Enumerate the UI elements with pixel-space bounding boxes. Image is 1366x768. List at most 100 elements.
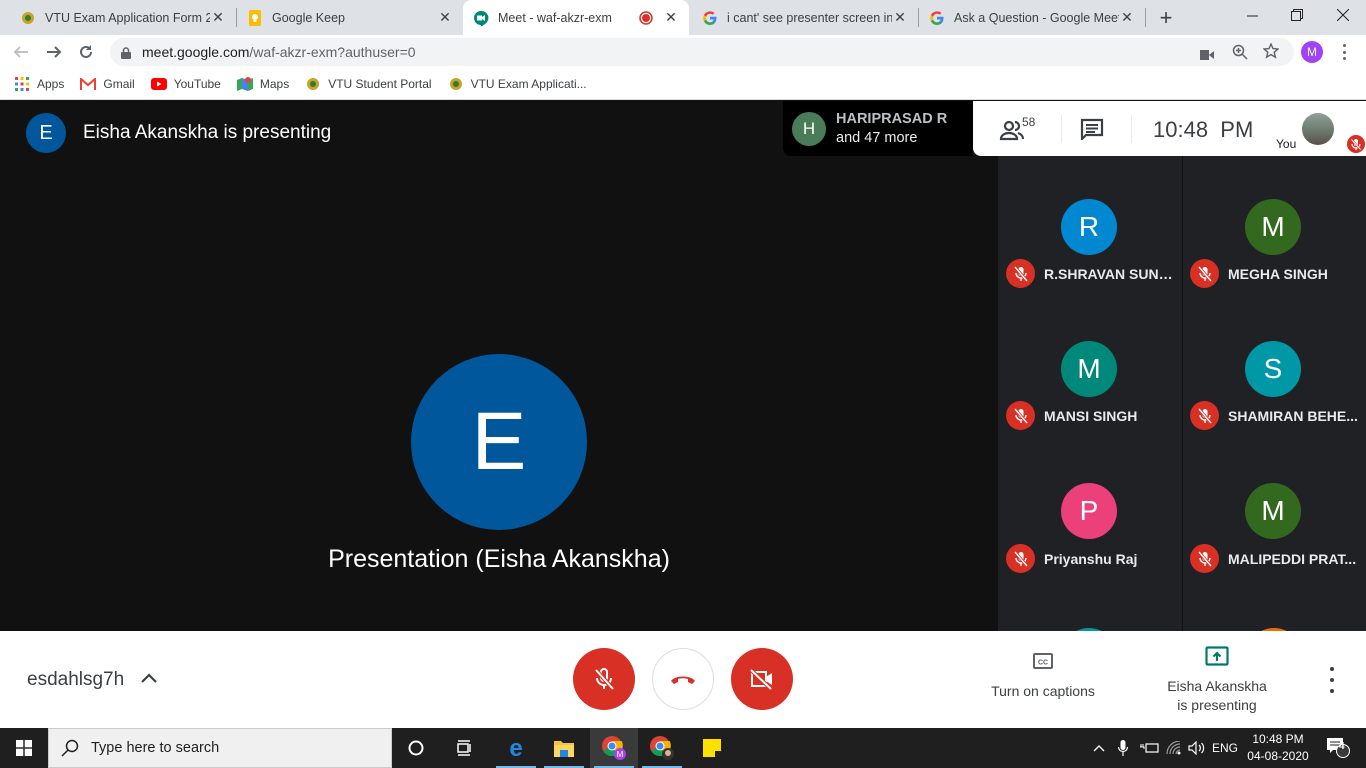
bookmark-label: Apps	[37, 77, 65, 91]
cortana-button[interactable]	[392, 728, 440, 768]
wifi-icon[interactable]	[1164, 728, 1184, 768]
bookmark-star-icon[interactable]	[1262, 42, 1280, 64]
close-tab-icon[interactable]: ✕	[663, 9, 679, 26]
vtu-emblem-icon	[448, 76, 464, 92]
taskbar-search-box[interactable]: Type here to search	[48, 728, 392, 768]
meeting-details-toggle[interactable]	[140, 671, 158, 689]
zoom-icon[interactable]	[1232, 44, 1248, 65]
sticky-notes-taskbar-button[interactable]	[688, 728, 736, 768]
back-button[interactable]	[9, 40, 33, 64]
hidden-participants-summary[interactable]: H HARIPRASAD R and 47 more	[783, 101, 973, 156]
file-explorer-taskbar-button[interactable]	[540, 728, 588, 768]
taskbar-clock[interactable]: 10:48 PM 04-08-2020	[1246, 731, 1310, 765]
tab-google-keep[interactable]: Google Keep ✕	[237, 0, 463, 35]
captions-button[interactable]: CC Turn on captions	[978, 653, 1108, 699]
participant-name: HARIPRASAD R	[836, 110, 948, 127]
participant-avatar: H	[792, 111, 826, 146]
participant-tile[interactable]: P Priyanshu Raj	[998, 442, 1182, 585]
bookmark-vtu-student-portal[interactable]: VTU Student Portal	[305, 76, 432, 92]
bookmark-label: VTU Student Portal	[328, 77, 432, 91]
participants-button[interactable]: 58	[999, 115, 1039, 144]
participant-name: SHAMIRAN BEHE...	[1228, 408, 1358, 424]
address-bar[interactable]: meet.google.com/waf-akzr-exm?authuser=0	[110, 38, 1294, 66]
chat-icon	[1080, 118, 1104, 142]
participant-avatar: M	[1061, 341, 1117, 397]
volume-icon[interactable]	[1186, 728, 1208, 768]
close-tab-icon[interactable]: ✕	[437, 9, 453, 26]
input-language-indicator[interactable]: ENG	[1210, 728, 1240, 768]
close-window-button[interactable]	[1320, 0, 1366, 30]
close-tab-icon[interactable]: ✕	[210, 9, 226, 26]
participant-tile[interactable]: S SHAMIRAN BEHE...	[1182, 299, 1366, 442]
microphone-toggle-button[interactable]	[573, 648, 635, 710]
edge-taskbar-button[interactable]: e	[492, 728, 540, 768]
camera-in-use-icon[interactable]	[1200, 47, 1214, 65]
show-hidden-icons-button[interactable]	[1090, 728, 1108, 768]
google-icon	[929, 10, 945, 26]
svg-text:M: M	[617, 750, 624, 759]
bookmarks-bar: Apps Gmail YouTube Maps VTU Student Port…	[0, 69, 1366, 100]
url-path: /waf-akzr-exm?authuser=0	[249, 44, 416, 60]
reload-button[interactable]	[74, 40, 98, 64]
taskbar-date: 04-08-2020	[1247, 749, 1309, 763]
microphone-in-use-icon[interactable]	[1114, 728, 1132, 768]
action-center-button[interactable]: 4	[1318, 728, 1358, 768]
participant-tile[interactable]: M MALIPEDDI PRAT...	[1182, 442, 1366, 585]
leave-call-button[interactable]	[652, 648, 714, 710]
profile-avatar[interactable]: M	[1301, 41, 1323, 63]
hang-up-icon	[671, 676, 695, 684]
muted-mic-icon	[1190, 401, 1219, 430]
chrome-profile-photo-taskbar-button[interactable]	[638, 728, 686, 768]
participant-count: 58	[1022, 115, 1036, 129]
sticky-notes-icon	[703, 739, 721, 757]
participant-tile[interactable]: R R.SHRAVAN SUND...	[998, 156, 1182, 299]
more-participants-count: and 47 more	[836, 129, 918, 146]
windows-taskbar: Type here to search e M ENG 10:48 PM 04-…	[0, 728, 1366, 768]
start-button[interactable]	[0, 728, 48, 768]
bookmark-label: Maps	[259, 77, 290, 91]
bookmark-apps[interactable]: Apps	[14, 76, 64, 92]
muted-mic-icon	[1006, 544, 1035, 573]
close-tab-icon[interactable]: ✕	[892, 9, 908, 26]
participant-tile[interactable]: M MANSI SINGH	[998, 299, 1182, 442]
tab-ask-a-question[interactable]: Ask a Question - Google Meet ✕	[919, 0, 1145, 35]
tab-vtu-exam-application[interactable]: VTU Exam Application Form 20 ✕	[10, 0, 236, 35]
chat-button[interactable]	[1080, 118, 1104, 145]
browser-toolbar: meet.google.com/waf-akzr-exm?authuser=0 …	[0, 35, 1366, 69]
bookmark-maps[interactable]: Maps	[236, 76, 290, 92]
tab-meet-active[interactable]: Meet - waf-akzr-exm ✕	[463, 0, 689, 35]
more-options-button[interactable]	[1322, 667, 1342, 693]
self-video-thumbnail[interactable]	[1302, 113, 1334, 145]
close-tab-icon[interactable]: ✕	[1119, 9, 1135, 26]
chrome-profile-m-taskbar-button[interactable]: M	[590, 728, 638, 768]
vtu-emblem-icon	[305, 76, 321, 92]
divider	[1131, 115, 1132, 143]
svg-text:CC: CC	[1038, 660, 1048, 667]
camera-toggle-button[interactable]	[731, 648, 793, 710]
browser-menu-button[interactable]	[1341, 44, 1347, 60]
self-muted-icon	[1347, 135, 1365, 153]
meeting-code[interactable]: esdahlsg7h	[27, 669, 124, 691]
new-tab-button[interactable]: +	[1155, 5, 1177, 31]
participant-tile[interactable]: M MEGHA SINGH	[1182, 156, 1366, 299]
presenting-button[interactable]: Eisha Akanskha is presenting	[1150, 646, 1284, 715]
arrow-right-icon	[47, 46, 62, 58]
chrome-icon	[650, 736, 674, 760]
url-text: meet.google.com/waf-akzr-exm?authuser=0	[142, 44, 416, 60]
tab-presenter-screen-question[interactable]: i cant' see presenter screen in g ✕	[692, 0, 918, 35]
restore-button[interactable]	[1274, 0, 1320, 30]
minimize-button[interactable]	[1229, 0, 1275, 30]
google-icon	[702, 10, 718, 26]
presenter-avatar: E	[26, 113, 66, 153]
bookmark-vtu-exam-application[interactable]: VTU Exam Applicati...	[448, 76, 587, 92]
forward-button[interactable]	[42, 40, 66, 64]
taskbar-time: 10:48 PM	[1252, 732, 1304, 746]
bookmark-youtube[interactable]: YouTube	[150, 76, 221, 92]
bookmark-gmail[interactable]: Gmail	[80, 76, 135, 92]
task-view-button[interactable]	[440, 728, 488, 768]
battery-icon[interactable]	[1138, 728, 1160, 768]
tab-title: Ask a Question - Google Meet	[954, 10, 1119, 25]
notifications-icon	[1327, 738, 1350, 758]
tab-title: Meet - waf-akzr-exm	[498, 10, 612, 25]
search-icon	[61, 739, 79, 757]
